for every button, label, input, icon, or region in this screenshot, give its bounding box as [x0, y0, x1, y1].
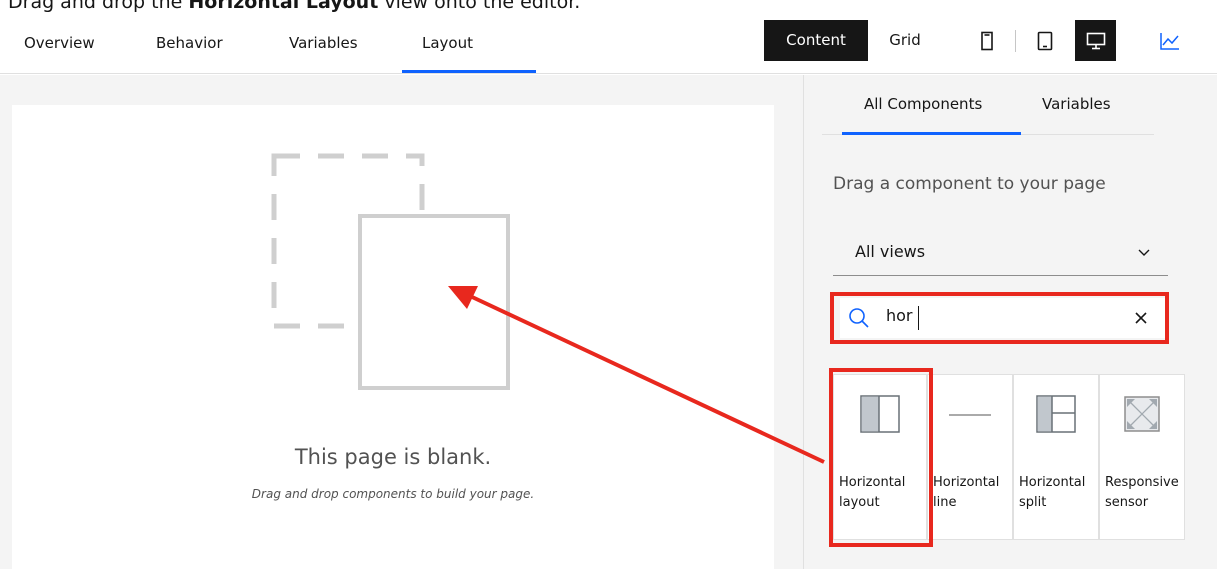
- caption-prefix: Drag and drop the: [8, 0, 189, 13]
- component-tile-responsive-sensor[interactable]: Responsive sensor: [1099, 374, 1185, 540]
- horizontal-split-icon: [1036, 395, 1076, 433]
- chevron-down-icon: [1138, 249, 1150, 256]
- tab-overview[interactable]: Overview: [24, 14, 95, 73]
- phone-view-button[interactable]: [966, 20, 1007, 61]
- blank-page-title: This page is blank.: [294, 445, 492, 469]
- component-label: Responsive sensor: [1105, 475, 1179, 510]
- component-label: Horizontal split: [1019, 475, 1086, 510]
- view-toggle: Content Grid: [764, 20, 942, 61]
- phone-icon: [980, 31, 993, 50]
- tab-all-components[interactable]: All Components: [864, 75, 982, 133]
- tablet-view-button[interactable]: [1024, 20, 1065, 61]
- caption-suffix: view onto the editor.: [378, 0, 581, 13]
- search-highlight-box: [830, 292, 1169, 344]
- blank-page-illustration: [271, 153, 510, 390]
- drag-hint-text: Drag a component to your page: [833, 174, 1106, 194]
- analytics-button[interactable]: [1155, 26, 1185, 56]
- blank-page-subtitle: Drag and drop components to build your p…: [251, 487, 535, 501]
- component-tile-horizontal-line[interactable]: Horizontal line: [927, 374, 1013, 540]
- component-highlight-box: [829, 368, 933, 547]
- chart-line-icon: [1160, 33, 1179, 50]
- grid-toggle-button[interactable]: Grid: [868, 20, 942, 61]
- tab-behavior[interactable]: Behavior: [156, 14, 223, 73]
- tab-variables[interactable]: Variables: [289, 14, 358, 73]
- tab-layout[interactable]: Layout: [422, 14, 473, 73]
- tablet-icon: [1037, 31, 1052, 50]
- views-filter-value: All views: [855, 242, 926, 261]
- instruction-caption: Drag and drop the Horizontal Layout view…: [8, 0, 580, 12]
- horizontal-line-icon: [949, 414, 991, 416]
- responsive-sensor-icon: [1124, 396, 1160, 432]
- device-divider: [1015, 30, 1016, 52]
- component-tile-horizontal-split[interactable]: Horizontal split: [1013, 374, 1099, 540]
- tab-panel-variables[interactable]: Variables: [1042, 75, 1111, 133]
- component-label: Horizontal line: [933, 475, 1000, 510]
- content-toggle-button[interactable]: Content: [764, 20, 868, 61]
- desktop-icon: [1086, 32, 1105, 49]
- top-toolbar: Overview Behavior Variables Layout Conte…: [0, 14, 1217, 74]
- panel-active-tab-indicator: [842, 132, 1021, 135]
- views-filter-dropdown[interactable]: All views: [833, 232, 1168, 276]
- active-tab-indicator: [402, 70, 536, 73]
- caption-bold: Horizontal Layout: [188, 0, 379, 13]
- desktop-view-button[interactable]: [1075, 20, 1116, 61]
